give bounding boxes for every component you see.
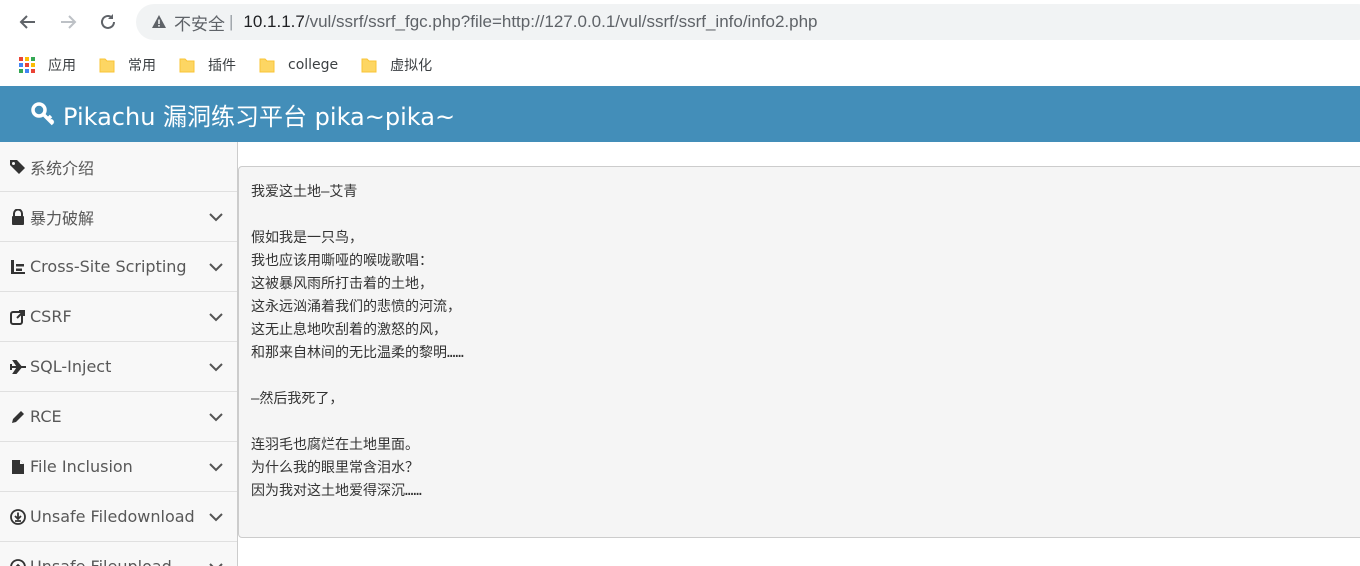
- sitemap-icon: [8, 259, 28, 275]
- plane-icon: [8, 359, 28, 374]
- bookmark-label: 虚拟化: [390, 58, 433, 74]
- chevron-down-icon: [209, 310, 223, 324]
- lock-icon: [8, 208, 28, 225]
- bookmark-label: college: [288, 57, 339, 73]
- chevron-down-icon: [209, 460, 223, 474]
- sidebar-item-label: 暴力破解: [30, 208, 95, 228]
- address-bar[interactable]: 不安全 | 10.1.1.7/vul/ssrf/ssrf_fgc.php?fil…: [136, 4, 1360, 40]
- url-text[interactable]: 10.1.1.7/vul/ssrf/ssrf_fgc.php?file=http…: [243, 12, 817, 32]
- bookmarks-bar: 应用 常用 插件 college 虚拟化: [0, 44, 1360, 86]
- sidebar-item-csrf[interactable]: CSRF: [0, 292, 237, 342]
- bookmark-label: 插件: [208, 58, 236, 74]
- sidebar-item-label: 系统介绍: [30, 158, 95, 178]
- bookmark-folder-chajian[interactable]: 插件: [178, 55, 236, 75]
- app-header: Pikachu 漏洞练习平台 pika~pika~: [0, 86, 1360, 142]
- insecure-label: 不安全: [174, 14, 225, 35]
- poem-line: —然后我死了，: [251, 391, 344, 407]
- url-path: /vul/ssrf/ssrf_fgc.php?file=http://127.0…: [304, 12, 818, 31]
- poem-line: 假如我是一只鸟，: [251, 230, 363, 246]
- sidebar-item-rce[interactable]: RCE: [0, 392, 237, 442]
- reload-icon: [101, 14, 115, 29]
- poem-line: [251, 411, 1355, 434]
- back-button[interactable]: [16, 10, 40, 34]
- bookmark-label: 常用: [128, 58, 156, 74]
- sidebar-item-sqli[interactable]: SQL-Inject: [0, 342, 237, 392]
- tags-icon: [8, 159, 28, 175]
- sidebar-item-intro[interactable]: 系统介绍: [0, 142, 237, 192]
- apps-grid-icon: [19, 57, 35, 73]
- chevron-down-icon: [209, 560, 223, 566]
- sidebar-item-label: RCE: [30, 407, 62, 426]
- poem-line: [251, 204, 1355, 227]
- poem-line: 这被暴风雨所打击着的土地，: [251, 276, 433, 292]
- poem-line: 这永远汹涌着我们的悲愤的河流，: [251, 299, 461, 315]
- arrow-left-icon: [19, 15, 35, 29]
- ssrf-result-panel: 我爱这土地–艾青 假如我是一只鸟， 我也应该用嘶哑的喉咙歌唱： 这被暴风雨所打击…: [238, 166, 1360, 538]
- poem-line: 这无止息地吹刮着的激怒的风，: [251, 322, 447, 338]
- file-icon: [8, 459, 28, 475]
- chevron-down-icon: [209, 260, 223, 274]
- browser-toolbar: 不安全 | 10.1.1.7/vul/ssrf/ssrf_fgc.php?fil…: [0, 0, 1360, 44]
- chevron-down-icon: [209, 360, 223, 374]
- poem-line: 和那来自林间的无比温柔的黎明……: [251, 345, 464, 361]
- folder-icon: [179, 58, 195, 73]
- poem-text: 我爱这土地–艾青 假如我是一只鸟， 我也应该用嘶哑的喉咙歌唱： 这被暴风雨所打击…: [251, 181, 1355, 503]
- sidebar-item-unsafe-filedownload[interactable]: Unsafe Filedownload: [0, 492, 237, 542]
- url-separator: |: [229, 12, 234, 31]
- chevron-down-icon: [209, 410, 223, 424]
- bookmark-folder-college[interactable]: college: [258, 56, 338, 74]
- sidebar-item-label: File Inclusion: [30, 457, 133, 476]
- url-host: 10.1.1.7: [243, 12, 305, 31]
- bookmark-folder-xunihua[interactable]: 虚拟化: [360, 55, 432, 75]
- bookmark-apps[interactable]: 应用: [18, 55, 76, 75]
- sidebar-item-label: Cross-Site Scripting: [30, 257, 187, 276]
- folder-icon: [99, 58, 115, 73]
- arrow-right-icon: [61, 15, 77, 29]
- chevron-down-icon: [209, 210, 223, 224]
- share-icon: [8, 309, 28, 325]
- chevron-down-icon: [209, 510, 223, 524]
- poem-line: 我爱这土地–艾青: [251, 184, 358, 200]
- sidebar-item-xss[interactable]: Cross-Site Scripting: [0, 242, 237, 292]
- sidebar-item-label: Unsafe Fileupload: [30, 557, 172, 566]
- app-title[interactable]: Pikachu 漏洞练习平台 pika~pika~: [63, 97, 455, 132]
- folder-icon: [259, 58, 275, 73]
- pencil-icon: [8, 409, 28, 425]
- poem-line: 我也应该用嘶哑的喉咙歌唱：: [251, 253, 433, 269]
- sidebar-nav: 系统介绍 暴力破解 Cross-Site Scripting CSRF SQL-…: [0, 142, 238, 566]
- reload-button[interactable]: [96, 10, 120, 34]
- sidebar-item-label: CSRF: [30, 307, 72, 326]
- poem-line: 因为我对这土地爱得深沉……: [251, 483, 422, 499]
- poem-line: [251, 365, 1355, 388]
- bookmark-folder-changyong[interactable]: 常用: [98, 55, 156, 75]
- bookmark-label: 应用: [48, 58, 76, 74]
- sidebar-item-bruteforce[interactable]: 暴力破解: [0, 192, 237, 242]
- key-icon: [30, 101, 56, 127]
- folder-icon: [361, 58, 377, 73]
- poem-line: 连羽毛也腐烂在土地里面。: [251, 437, 419, 453]
- sidebar-item-unsafe-fileupload[interactable]: Unsafe Fileupload: [0, 542, 237, 566]
- sidebar-item-label: SQL-Inject: [30, 357, 112, 376]
- sidebar-item-file-inclusion[interactable]: File Inclusion: [0, 442, 237, 492]
- upload-icon: [8, 558, 28, 566]
- download-icon: [8, 508, 28, 525]
- warning-icon[interactable]: [150, 13, 168, 31]
- sidebar-item-label: Unsafe Filedownload: [30, 507, 195, 526]
- forward-button[interactable]: [56, 10, 80, 34]
- poem-line: 为什么我的眼里常含泪水？: [251, 460, 419, 476]
